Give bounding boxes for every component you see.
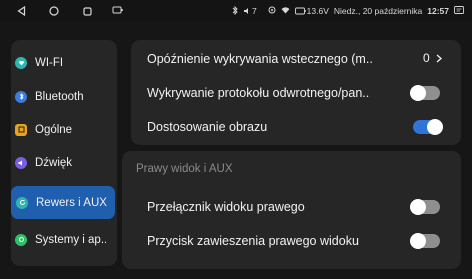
sidebar-item-label: WI-FI (35, 56, 64, 69)
clock: 12:57 (427, 6, 449, 16)
sidebar-item-label: Ogólne (35, 123, 73, 136)
sidebar-item-reverse-aux[interactable]: Rewers i AUX (11, 186, 115, 219)
status-bar: 7 13.6V Niedz., 20 października 12:57 (0, 0, 472, 22)
status-info: 7 13.6V Niedz., 20 października 12:57 (232, 5, 464, 17)
setting-reverse-detect-delay[interactable]: Opóźnienie wykrywania wstecznego (m.. (147, 50, 373, 68)
battery-icon (294, 7, 306, 15)
setting-label: Dostosowanie obrazu (147, 120, 268, 134)
sidebar-item-label: Dźwięk (35, 156, 73, 169)
setting-label: Wykrywanie protokołu odwrotnego/pan.. (147, 86, 370, 100)
image-adjust-toggle[interactable] (413, 119, 443, 135)
sound-icon (15, 156, 27, 169)
sidebar-item-label: Systemy i ap.. (35, 233, 106, 246)
setting-image-adjust: Dostosowanie obrazu (147, 118, 267, 136)
recents-icon[interactable] (75, 4, 99, 18)
toggle-knob (410, 85, 426, 101)
volume-indicator: 7 (243, 6, 257, 16)
sidebar-item-bluetooth[interactable]: Bluetooth (0, 80, 106, 113)
chevron-right-icon (436, 54, 442, 62)
bluetooth-icon (15, 90, 27, 103)
sidebar-item-systems-apps[interactable]: Systemy i ap.. (0, 223, 106, 256)
voltage-value: 13.6V (306, 6, 329, 16)
right-view-suspend-toggle[interactable] (410, 233, 440, 249)
date-text: Niedz., 20 października (333, 6, 423, 16)
sidebar-item-label: Rewers i AUX (36, 196, 107, 209)
setting-reverse-protocol-detect: Wykrywanie protokołu odwrotnego/pan.. (147, 84, 369, 102)
setting-label: Przełącznik widoku prawego (147, 200, 305, 214)
notification-icon[interactable] (454, 6, 464, 16)
toggle-knob (427, 119, 443, 135)
voltage-indicator: 13.6V (294, 6, 329, 16)
sidebar-item-general[interactable]: Ogólne (0, 113, 106, 146)
volume-icon (243, 8, 248, 14)
reverse-icon (16, 196, 28, 209)
wifi-icon (15, 56, 27, 69)
reverse-detect-delay-value[interactable]: 0 (423, 51, 442, 65)
toggle-knob (410, 233, 426, 249)
sidebar-item-label: Bluetooth (35, 90, 84, 103)
sidebar-item-sound[interactable]: Dźwięk (0, 146, 106, 179)
general-icon (15, 123, 27, 136)
nav-buttons (9, 4, 133, 18)
sidebar-item-wifi[interactable]: WI-FI (0, 46, 106, 79)
bluetooth-icon (232, 5, 238, 17)
right-view-switch-toggle[interactable] (410, 199, 440, 215)
home-icon[interactable] (42, 4, 66, 18)
wifi-icon (281, 6, 290, 16)
setting-value: 0 (423, 51, 430, 65)
reverse-protocol-detect-toggle[interactable] (410, 85, 440, 101)
setting-right-view-switch: Przełącznik widoku prawego (147, 198, 305, 216)
volume-value: 7 (251, 6, 257, 16)
back-icon[interactable] (9, 4, 33, 18)
section-title: Prawy widok i AUX (136, 163, 233, 175)
setting-label: Opóźnienie wykrywania wstecznego (m.. (147, 52, 373, 66)
screen-icon[interactable] (106, 4, 130, 18)
setting-right-view-suspend: Przycisk zawieszenia prawego widoku (147, 232, 359, 250)
systems-icon (15, 233, 27, 246)
toggle-knob (410, 199, 426, 215)
setting-label: Przycisk zawieszenia prawego widoku (147, 234, 359, 248)
location-icon (268, 6, 276, 17)
